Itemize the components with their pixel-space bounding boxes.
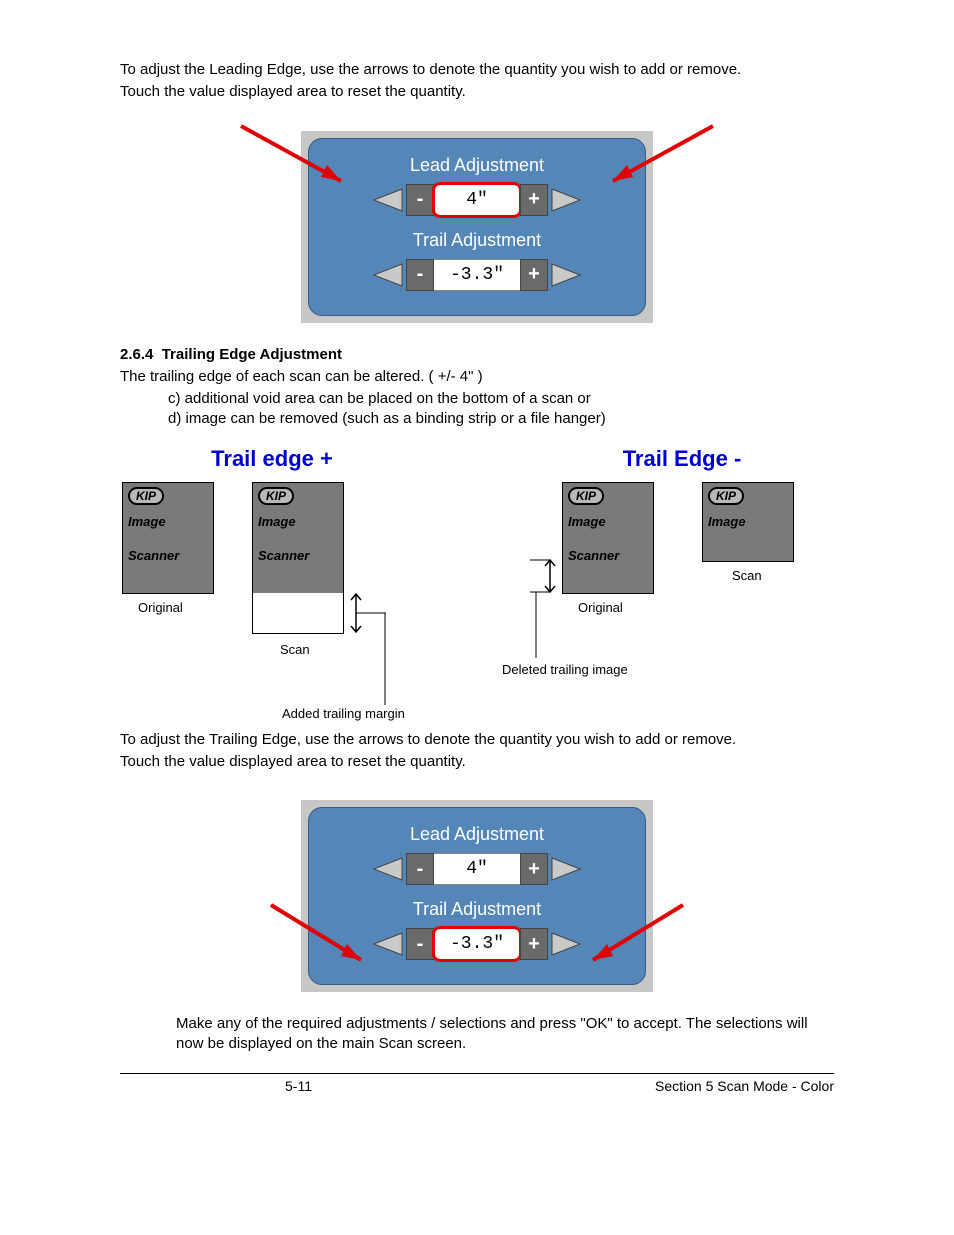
section-label: Section 5 Scan Mode - Color [477,1078,834,1094]
plus-button[interactable]: + [520,853,548,885]
minus-button[interactable]: - [406,928,434,960]
kip-logo: KIP [258,487,294,505]
list-item-c: c) additional void area can be placed on… [168,389,834,409]
kip-logo: KIP [128,487,164,505]
minus-button[interactable]: - [406,853,434,885]
section-line: The trailing edge of each scan can be al… [120,367,834,387]
label-scan: Scan [280,642,310,657]
diagram-title-minus: Trail Edge - [532,446,832,472]
lead-stepper[interactable]: - 4" + [406,184,548,216]
minus-button[interactable]: - [406,184,434,216]
lead-value-display[interactable]: 4" [434,184,520,216]
page-footer: 5-11 Section 5 Scan Mode - Color [120,1078,834,1094]
lead-stepper[interactable]: - 4" + [406,853,548,885]
minus-button[interactable]: - [406,259,434,291]
chevron-right-icon[interactable] [548,187,586,213]
trail-stepper[interactable]: - -3.3" + [406,259,548,291]
chevron-left-icon[interactable] [368,187,406,213]
intro2-p2: Touch the value displayed area to reset … [120,752,834,772]
label-original: Original [138,600,183,615]
chevron-right-icon[interactable] [548,262,586,288]
diagram-title-plus: Trail edge + [122,446,422,472]
lead-adjustment-panel-figure: Lead Adjustment - 4" + Trail Adjustment [120,131,834,323]
trail-adjustment-label: Trail Adjustment [317,899,637,920]
chevron-left-icon[interactable] [368,931,406,957]
intro2-p1: To adjust the Trailing Edge, use the arr… [120,730,834,750]
section-heading: 2.6.4 Trailing Edge Adjustment [120,345,834,365]
intro-p1: To adjust the Leading Edge, use the arro… [120,60,834,80]
trail-adjustment-panel-figure: Lead Adjustment - 4" + Trail Adjustment [120,800,834,992]
trail-stepper[interactable]: - -3.3" + [406,928,548,960]
kip-logo: KIP [568,487,604,505]
label-original: Original [578,600,623,615]
chevron-right-icon[interactable] [548,931,586,957]
plus-button[interactable]: + [520,928,548,960]
trail-value-display[interactable]: -3.3" [434,259,520,291]
chevron-right-icon[interactable] [548,856,586,882]
label-deleted-image: Deleted trailing image [502,662,628,677]
footer-rule [120,1073,834,1074]
lead-adjustment-label: Lead Adjustment [317,824,637,845]
label-added-margin: Added trailing margin [282,706,405,721]
trail-edge-diagrams: Trail edge + KIP Image Scanner Original … [120,446,834,722]
plus-button[interactable]: + [520,184,548,216]
chevron-left-icon[interactable] [368,856,406,882]
chevron-left-icon[interactable] [368,262,406,288]
label-scan: Scan [732,568,762,583]
lead-adjustment-label: Lead Adjustment [317,155,637,176]
trail-adjustment-label: Trail Adjustment [317,230,637,251]
concluding-note: Make any of the required adjustments / s… [176,1014,834,1055]
plus-button[interactable]: + [520,259,548,291]
intro-p2: Touch the value displayed area to reset … [120,82,834,102]
page-number: 5-11 [120,1078,477,1094]
kip-logo: KIP [708,487,744,505]
trail-value-display[interactable]: -3.3" [434,928,520,960]
list-item-d: d) image can be removed (such as a bindi… [168,409,834,429]
lead-value-display[interactable]: 4" [434,853,520,885]
